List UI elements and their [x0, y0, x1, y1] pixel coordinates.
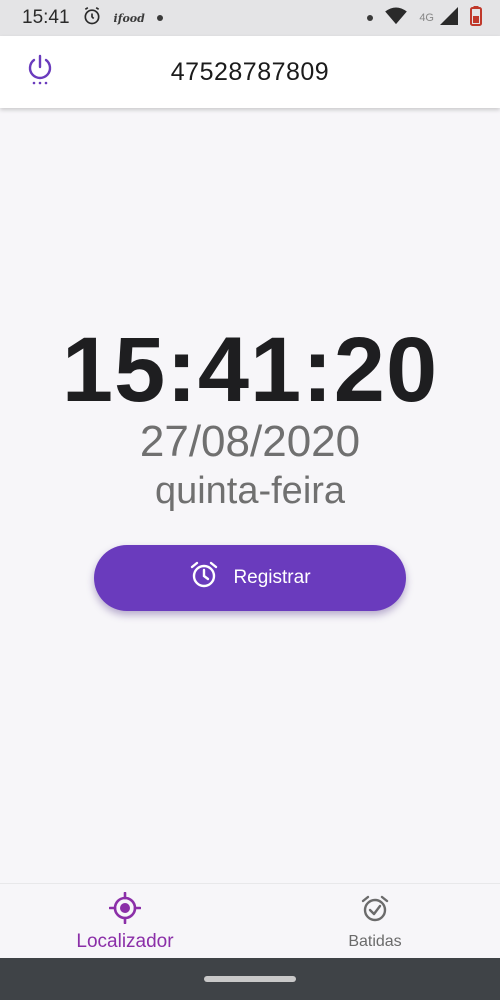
- nav-item-batidas[interactable]: Batidas: [250, 884, 500, 958]
- gesture-bar: [0, 958, 500, 1000]
- app-bar: 47528787809: [0, 36, 500, 108]
- network-type-label: 4G: [419, 12, 434, 24]
- home-gesture-handle[interactable]: [204, 976, 296, 982]
- register-label: Registrar: [233, 567, 311, 588]
- app-title: 47528787809: [170, 57, 330, 86]
- nav-label-localizador: Localizador: [76, 930, 174, 952]
- status-time: 15:41: [22, 7, 70, 28]
- current-date: 27/08/2020: [139, 417, 361, 466]
- battery-low-icon: [470, 5, 482, 31]
- status-left: 15:41 ifood: [22, 6, 163, 31]
- alarm-check-icon: [360, 894, 390, 929]
- nav-label-batidas: Batidas: [348, 932, 402, 950]
- current-time: 15:41:20: [61, 319, 439, 421]
- notification-dot-icon: [156, 15, 163, 21]
- notification-dot-icon: [367, 15, 374, 21]
- status-bar: 15:41 ifood 4G: [0, 0, 500, 36]
- wifi-icon: [385, 6, 408, 30]
- signal-icon: [440, 6, 458, 30]
- bottom-nav: Localizador Batidas: [0, 883, 500, 958]
- current-weekday: quinta-feira: [154, 470, 346, 512]
- power-icon: [26, 54, 54, 91]
- register-button[interactable]: Registrar: [94, 545, 406, 611]
- nav-item-localizador[interactable]: Localizador: [0, 884, 250, 958]
- ifood-icon: ifood: [113, 11, 145, 25]
- power-button[interactable]: [20, 52, 60, 92]
- alarm-icon: [82, 6, 102, 31]
- alarm-clock-icon: [189, 560, 219, 596]
- locator-icon: [108, 891, 142, 929]
- status-right: 4G: [367, 5, 482, 31]
